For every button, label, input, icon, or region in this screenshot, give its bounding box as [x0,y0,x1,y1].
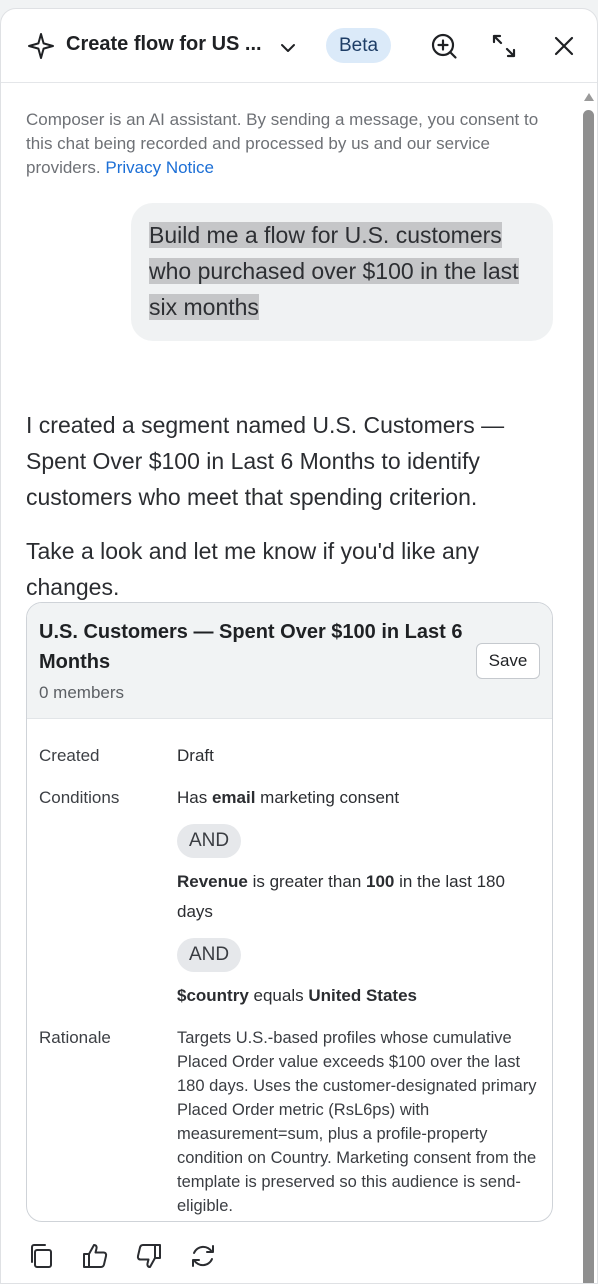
user-message-bubble: Build me a flow for U.S. customers who p… [131,203,553,341]
sparkle-icon [27,32,55,60]
segment-card-header: U.S. Customers — Spent Over $100 in Last… [27,603,552,719]
rationale-label: Rationale [39,1028,111,1047]
close-icon[interactable] [550,32,578,60]
zoom-in-icon[interactable] [430,32,458,60]
assistant-reply-paragraph: I created a segment named U.S. Customers… [26,412,505,510]
condition-email-consent: Has email marketing consent [177,788,400,807]
composer-panel: Create flow for US ... Beta Composer is … [0,8,598,1284]
rationale-value: Targets U.S.-based profiles whose cumula… [177,1029,537,1215]
segment-member-count: 0 members [39,683,125,702]
scrollbar-thumb[interactable] [583,110,594,1283]
and-operator-pill: AND [177,938,242,972]
conditions-label: Conditions [39,788,120,807]
copy-icon[interactable] [26,1241,56,1271]
thumbs-up-icon[interactable] [80,1241,110,1271]
assistant-reply-paragraph: Take a look and let me know if you'd lik… [26,538,480,600]
consent-text: Composer is an AI assistant. By sending … [26,110,539,177]
consent-notice: Composer is an AI assistant. By sending … [26,108,546,180]
condition-country: $country equals United States [177,986,417,1005]
chevron-down-icon[interactable] [277,37,299,59]
segment-title: U.S. Customers — Spent Over $100 in Last… [39,621,463,673]
created-label: Created [39,746,100,765]
regenerate-icon[interactable] [188,1241,218,1271]
expand-icon[interactable] [490,32,518,60]
chat-title[interactable]: Create flow for US ... [66,33,266,56]
thumbs-down-icon[interactable] [134,1241,164,1271]
privacy-notice-link[interactable]: Privacy Notice [105,158,214,177]
segment-card: U.S. Customers — Spent Over $100 in Last… [26,602,553,1222]
scroll-up-arrow-icon[interactable] [584,93,594,101]
created-value: Draft [177,746,214,765]
condition-revenue: Revenue is greater than 100 in the last … [177,872,505,921]
and-operator-pill: AND [177,824,242,858]
beta-badge: Beta [326,28,392,63]
panel-header: Create flow for US ... Beta [1,9,597,83]
save-button[interactable]: Save [476,643,540,679]
user-message-text: Build me a flow for U.S. customers who p… [149,222,519,320]
